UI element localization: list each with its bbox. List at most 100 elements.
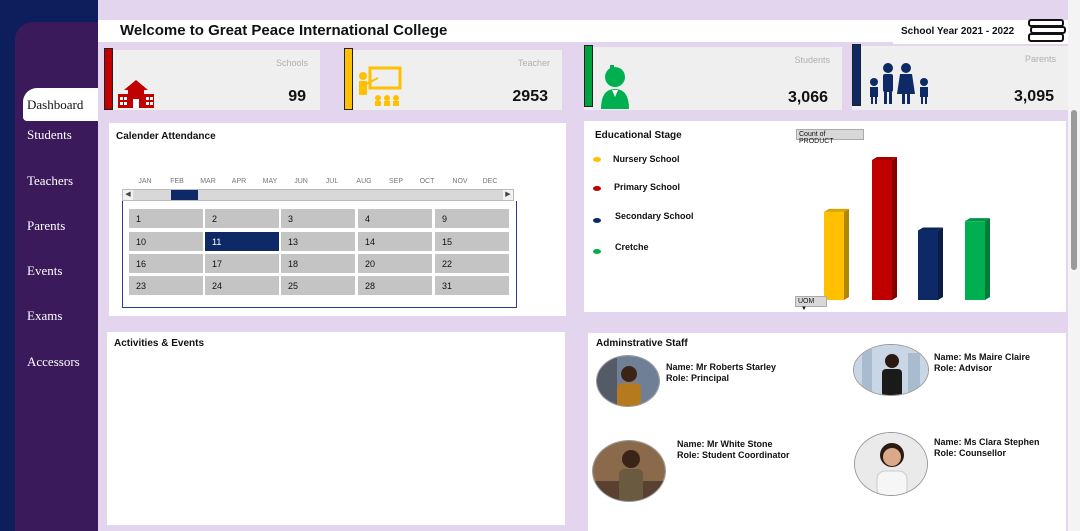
month-oct[interactable]: OCT [412,178,442,185]
legend-dot-secondary [593,218,601,223]
legend-nursery: Nursery School [613,154,680,164]
kpi-students-card: Students 3,066 [584,45,842,110]
staff-name: Name: Ms Maire Claire [934,352,1031,362]
calendar-day[interactable]: 17 [205,254,279,273]
staff-photo-avatar [596,355,660,407]
legend-cretche: Cretche [615,242,649,252]
nav-parents-label: Parents [27,218,66,233]
nav-dashboard[interactable]: Dashboard [23,88,98,121]
calendar-day[interactable]: 14 [358,232,432,251]
kpi-teacher-value: 2953 [512,88,548,105]
calendar-day[interactable]: 23 [129,276,203,295]
page-scrollbar[interactable] [1068,0,1080,531]
uom-label: UOM [798,298,815,305]
month-jul[interactable]: JUL [317,178,347,185]
staff-card-2: Name: Ms Maire Claire Role: Advisor [934,352,1030,374]
staff-photo-avatar [854,432,928,496]
timeline-right-arrow[interactable]: ▶ [503,190,513,200]
calendar-day[interactable]: 22 [435,254,509,273]
nav-students[interactable]: Students [27,127,100,143]
staff-role: Role: Student Coordinator [677,450,790,460]
nav-students-label: Students [27,127,72,142]
staff-name: Name: Mr White Stone [677,439,773,449]
month-may[interactable]: MAY [255,178,285,185]
calendar-day[interactable]: 10 [129,232,203,251]
nav-events[interactable]: Events [27,263,100,279]
calendar-day-selected[interactable]: 11 [205,232,279,251]
legend-dot-cretche [593,249,601,254]
nav-exams-label: Exams [27,308,63,323]
month-labels: JAN FEB MAR APR MAY JUN JUL AUG SEP OCT … [122,178,514,188]
kpi-students-accent [584,45,593,107]
timeline-left-arrow[interactable]: ◀ [123,190,133,200]
dropdown-arrow-icon: ▼ [801,306,807,312]
bar-secondary-school [918,230,938,300]
kpi-teacher-accent [344,48,353,110]
month-dec[interactable]: DEC [475,178,505,185]
kpi-students-label: Students [794,55,830,65]
month-jan[interactable]: JAN [130,178,160,185]
bar-cretche [965,221,985,300]
kpi-parents-value: 3,095 [1013,88,1054,105]
nav-events-label: Events [27,263,63,278]
calendar-day[interactable]: 3 [281,209,355,228]
calendar-day[interactable]: 9 [435,209,509,228]
educational-stage-title: Educational Stage [595,130,682,141]
nav-teachers[interactable]: Teachers [27,173,100,189]
calendar-day[interactable]: 1 [129,209,203,228]
kpi-parents-accent [852,44,861,106]
calendar-day[interactable]: 24 [205,276,279,295]
bar-primary-school [872,160,892,300]
month-apr[interactable]: APR [224,178,254,185]
nav-accessors[interactable]: Accessors [27,354,100,370]
books-icon [1027,18,1067,49]
count-of-product-tag[interactable]: Count of PRODUCT [796,129,864,145]
calendar-day[interactable]: 25 [281,276,355,295]
calendar-day[interactable]: 18 [281,254,355,273]
activities-panel [107,332,565,525]
legend-secondary: Secondary School [615,211,694,221]
staff-card-4: Name: Ms Clara Stephen Role: Counsellor [934,437,1040,459]
kpi-parents-label: Parents [1024,54,1056,64]
month-sep[interactable]: SEP [381,178,411,185]
kpi-schools-label: Schools [275,58,308,68]
calendar-day[interactable]: 16 [129,254,203,273]
student-icon [598,63,632,114]
calendar-day[interactable]: 31 [435,276,509,295]
page-scrollbar-thumb[interactable] [1071,110,1077,270]
calendar-day[interactable]: 20 [358,254,432,273]
calendar-title: Calender Attendance [116,131,216,142]
nav-exams[interactable]: Exams [27,308,100,324]
nav-parents[interactable]: Parents [27,218,100,234]
kpi-students-value: 3,066 [787,89,828,106]
kpi-schools-value: 99 [288,88,306,105]
staff-photo-avatar [853,344,929,396]
timeline-selected-month[interactable] [171,190,198,200]
calendar-day[interactable]: 13 [281,232,355,251]
uom-filter-button[interactable]: UOM ▼ [795,296,827,312]
staff-role: Role: Advisor [934,363,993,373]
month-jun[interactable]: JUN [286,178,316,185]
staff-photo-avatar [592,440,666,502]
bar-nursery-school [824,211,844,300]
month-timeline-scrollbar[interactable]: ◀ ▶ [122,189,514,201]
nav-accessors-label: Accessors [27,354,80,369]
staff-card-3: Name: Mr White Stone Role: Student Coord… [677,439,790,461]
kpi-teacher-label: Teacher [517,58,550,68]
page-title: Welcome to Great Peace International Col… [120,22,448,39]
family-icon [868,62,932,111]
calendar-day[interactable]: 4 [358,209,432,228]
month-nov[interactable]: NOV [445,178,475,185]
month-mar[interactable]: MAR [193,178,223,185]
month-feb[interactable]: FEB [162,178,192,185]
calendar-day[interactable]: 15 [435,232,509,251]
calendar-day[interactable]: 28 [358,276,432,295]
legend-dot-nursery [593,157,601,162]
bar-side-primary-school [892,157,897,300]
legend-primary: Primary School [614,182,681,192]
bar-side-nursery-school [844,208,849,300]
month-aug[interactable]: AUG [349,178,379,185]
teacher-board-icon [356,64,406,113]
calendar-day[interactable]: 2 [205,209,279,228]
kpi-schools-card: Schools 99 [104,48,320,110]
